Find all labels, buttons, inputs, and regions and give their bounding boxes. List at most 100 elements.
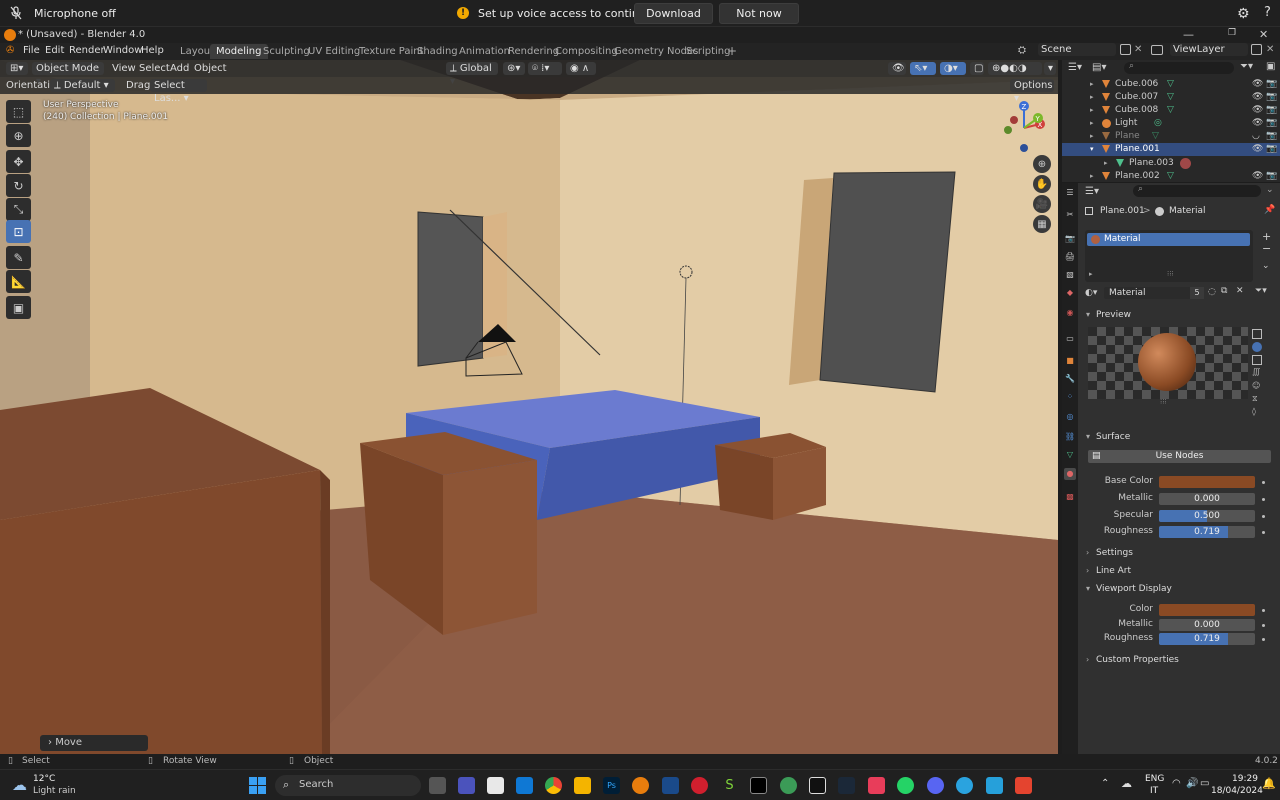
menu-object[interactable]: Object (194, 63, 227, 74)
tool-tab-icon[interactable]: ✂ (1064, 209, 1076, 221)
new-scene-icon[interactable] (1120, 44, 1131, 55)
mode-selector[interactable]: Object Mode ▾ (32, 62, 104, 87)
properties-search-input[interactable]: ⌕ (1133, 184, 1261, 197)
chrome-icon[interactable] (545, 777, 562, 794)
surface-section-header[interactable]: ▾ Surface (1084, 429, 1274, 445)
not-now-button[interactable]: Not now (719, 3, 799, 24)
preview-sphere-icon[interactable] (1252, 342, 1262, 352)
add-cube-tool-icon[interactable]: ▣ (6, 296, 31, 319)
material-tab-icon[interactable]: ● (1064, 468, 1076, 480)
task-view-icon[interactable] (429, 777, 446, 794)
preview-flat-icon[interactable] (1252, 329, 1262, 339)
telegram-icon[interactable] (956, 777, 973, 794)
camera-icon[interactable]: 📷 (1266, 91, 1277, 104)
tray-overflow-icon[interactable]: ⌃ (1101, 778, 1109, 789)
camera-icon[interactable]: 📷 (1266, 78, 1277, 91)
settings-section-header[interactable]: › Settings (1084, 545, 1274, 561)
pan-hand-icon[interactable]: ✋ (1033, 175, 1051, 193)
microphone-off-icon[interactable] (6, 3, 26, 23)
preview-resize-icon[interactable]: ⁝⁝⁝ (1160, 398, 1167, 406)
outliner-editor-icon[interactable]: ☰▾ (1068, 62, 1082, 73)
maximize-icon[interactable]: ❐ (1228, 28, 1236, 38)
editor-type-icon[interactable]: ⊞▾ (6, 62, 28, 75)
texture-tab-icon[interactable]: ▩ (1064, 491, 1076, 503)
preview-hair-icon[interactable]: ∭ (1252, 367, 1260, 376)
object-tab-icon[interactable]: ■ (1064, 355, 1076, 367)
drag-selector[interactable]: Select Las... ▾ (150, 79, 207, 104)
keyframe-dot-icon[interactable] (1262, 531, 1265, 534)
minimize-icon[interactable]: — (1183, 28, 1194, 41)
keyframe-dot-icon[interactable] (1262, 624, 1265, 627)
windows-start-icon[interactable] (249, 777, 266, 794)
modifier-tab-icon[interactable]: 🔧 (1064, 373, 1076, 385)
keyframe-dot-icon[interactable] (1262, 515, 1265, 518)
expand-icon[interactable]: ▸ (1089, 270, 1093, 278)
transform-tool-icon[interactable]: ⊡ (6, 220, 31, 243)
camera-icon[interactable]: 📷 (1266, 143, 1277, 156)
steam-icon[interactable] (838, 777, 855, 794)
outliner-item[interactable]: ▸ Plane.003 (1062, 157, 1280, 170)
properties-header-icon[interactable]: ☰▾ (1085, 186, 1099, 197)
physics-tab-icon[interactable]: ◎ (1064, 411, 1076, 423)
close-icon[interactable]: ✕ (1259, 28, 1268, 41)
move-tool-icon[interactable]: ✥ (6, 150, 31, 173)
material-slot[interactable]: Material (1087, 233, 1250, 246)
view-layer-tab-icon[interactable]: ▧ (1064, 269, 1076, 281)
annotate-tool-icon[interactable]: ✎ (6, 246, 31, 269)
filter-icon[interactable]: ⏷▾ (1240, 61, 1253, 72)
shading-modes-icon[interactable]: ⊕●◐◑ (988, 62, 1042, 75)
3d-viewport[interactable]: ⊞▾ Object Mode ▾ View Select Add Object … (0, 60, 1058, 754)
output-tab-icon[interactable]: 🖨 (1064, 251, 1076, 263)
whatsapp-icon[interactable] (897, 777, 914, 794)
remove-slot-button[interactable]: − (1262, 242, 1271, 255)
outliner-item[interactable]: ▸ Light ◎ 👁 📷 (1062, 117, 1280, 130)
display-mode-icon[interactable]: ▤▾ (1092, 62, 1106, 73)
camera-icon[interactable]: 📷 (1266, 117, 1277, 130)
eye-icon[interactable]: 👁 (1252, 91, 1263, 104)
custom-properties-section-header[interactable]: › Custom Properties (1084, 652, 1274, 668)
download-button[interactable]: Download (634, 3, 713, 24)
add-workspace-button[interactable]: + (727, 44, 737, 58)
outliner-item[interactable]: ▸ Plane ▽ ◡ 📷 (1062, 130, 1280, 143)
menu-edit[interactable]: Edit (45, 45, 64, 56)
ortho-grid-icon[interactable]: ▦ (1033, 215, 1051, 233)
specular-slider[interactable]: 0.500 (1159, 510, 1255, 522)
menu-file[interactable]: File (23, 45, 40, 56)
preview-section-header[interactable]: ▾ Preview (1084, 307, 1274, 323)
preview-cube-icon[interactable] (1252, 355, 1262, 365)
camera-view-icon[interactable]: 🎥 (1033, 195, 1051, 213)
keyframe-dot-icon[interactable] (1262, 481, 1265, 484)
shading-options-icon[interactable]: ▾ (1044, 62, 1056, 75)
outliner-search-input[interactable]: ⌕ (1124, 61, 1234, 74)
outliner-item[interactable]: ▸ Cube.006 ▽ 👁 📷 (1062, 78, 1280, 91)
gear-icon[interactable]: ⚙ (1237, 6, 1250, 22)
world-tab-icon[interactable]: ◉ (1064, 307, 1076, 319)
base-color-swatch[interactable] (1159, 476, 1255, 488)
visibility-icon[interactable]: 👁 (888, 62, 906, 75)
store-icon[interactable] (516, 777, 533, 794)
volume-icon[interactable]: 🔊 (1186, 778, 1198, 789)
delete-scene-icon[interactable]: ✕ (1134, 44, 1142, 55)
photoshop-icon[interactable]: Ps (603, 777, 620, 794)
measure-tool-icon[interactable]: 📐 (6, 270, 31, 293)
menu-add[interactable]: Add (170, 63, 189, 74)
eye-icon[interactable]: 👁 (1252, 78, 1263, 91)
viewport-display-section-header[interactable]: ▾ Viewport Display (1084, 581, 1274, 597)
transform-orientation-selector[interactable]: ⟂ Global ▾ (446, 62, 498, 87)
taskbar-search-input[interactable]: ⌕ Search (275, 775, 421, 796)
preview-fluid-icon[interactable]: ◊ (1252, 407, 1256, 416)
select-tool-icon[interactable]: ⬚ (6, 100, 31, 123)
delete-view-layer-icon[interactable]: ✕ (1266, 44, 1274, 55)
terminal-icon[interactable] (750, 777, 767, 794)
blender-menu-icon[interactable]: ✇ (6, 45, 14, 56)
new-view-layer-icon[interactable] (1251, 44, 1262, 55)
battery-icon[interactable]: ▭ (1200, 778, 1209, 789)
weather-icon[interactable]: ☁ (12, 776, 27, 794)
roughness-slider[interactable]: 0.719 (1159, 526, 1255, 538)
orientation-selector[interactable]: ⟂ Default ▾ (50, 79, 115, 92)
chevron-down-icon[interactable]: ⌄ (1266, 185, 1274, 195)
teams-icon[interactable] (458, 777, 475, 794)
snipping-tool-icon[interactable] (487, 777, 504, 794)
app-diamond-icon[interactable] (809, 777, 826, 794)
eye-icon[interactable]: 👁 (1252, 104, 1263, 117)
